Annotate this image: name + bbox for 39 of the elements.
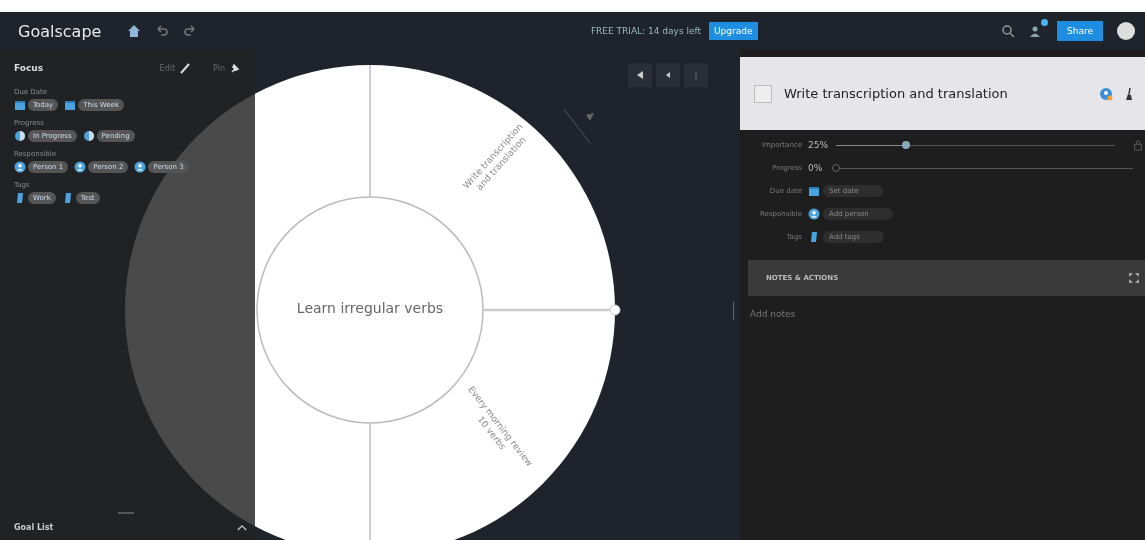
notes-field[interactable]: Add notes	[748, 308, 1052, 320]
caret-icon[interactable]	[237, 523, 247, 531]
slider-value: 0%	[808, 163, 824, 173]
progress-circle-icon	[82, 130, 95, 142]
lock-icon[interactable]	[1133, 139, 1143, 151]
tag-icon	[14, 192, 26, 204]
pin-icon	[229, 62, 241, 74]
app-logo: Goalscape	[18, 21, 102, 41]
redo-icon[interactable]	[183, 24, 198, 38]
expand-icon[interactable]	[1129, 273, 1139, 283]
avatar[interactable]	[1117, 22, 1135, 40]
edit-button[interactable]: Edit	[159, 62, 192, 74]
panel-title: Focus	[14, 63, 45, 73]
person-icon	[808, 208, 820, 220]
goal-title: Write transcription and translation	[784, 86, 1009, 101]
calendar-icon	[64, 99, 77, 111]
person-icon[interactable]	[1099, 86, 1113, 101]
search-icon[interactable]	[1001, 24, 1015, 38]
zoom-out-button[interactable]	[628, 63, 652, 87]
person-icon	[14, 161, 26, 173]
checkbox[interactable]	[754, 84, 772, 103]
person-icon	[74, 161, 87, 173]
slider-value: 25%	[808, 140, 829, 150]
tag-icon	[808, 231, 820, 243]
person-icon	[134, 161, 147, 173]
pencil-icon	[179, 62, 192, 74]
calendar-icon	[14, 99, 26, 111]
trial-notice: FREE TRIAL: 14 days left	[590, 26, 701, 36]
upgrade-button[interactable]: Upgrade	[709, 22, 758, 40]
home-icon[interactable]	[127, 24, 142, 38]
goal-list-title: Goal List	[14, 522, 54, 532]
undo-icon[interactable]	[155, 24, 170, 38]
pin-button[interactable]: Pin	[213, 62, 241, 74]
calendar-icon	[808, 185, 820, 197]
progress-circle-icon	[14, 130, 26, 142]
share-button[interactable]: Share	[1057, 21, 1103, 41]
zoom-in-button[interactable]	[656, 63, 680, 87]
central-goal-label[interactable]: Learn irregular verbs	[282, 300, 458, 316]
add-user-icon[interactable]	[1029, 24, 1043, 38]
